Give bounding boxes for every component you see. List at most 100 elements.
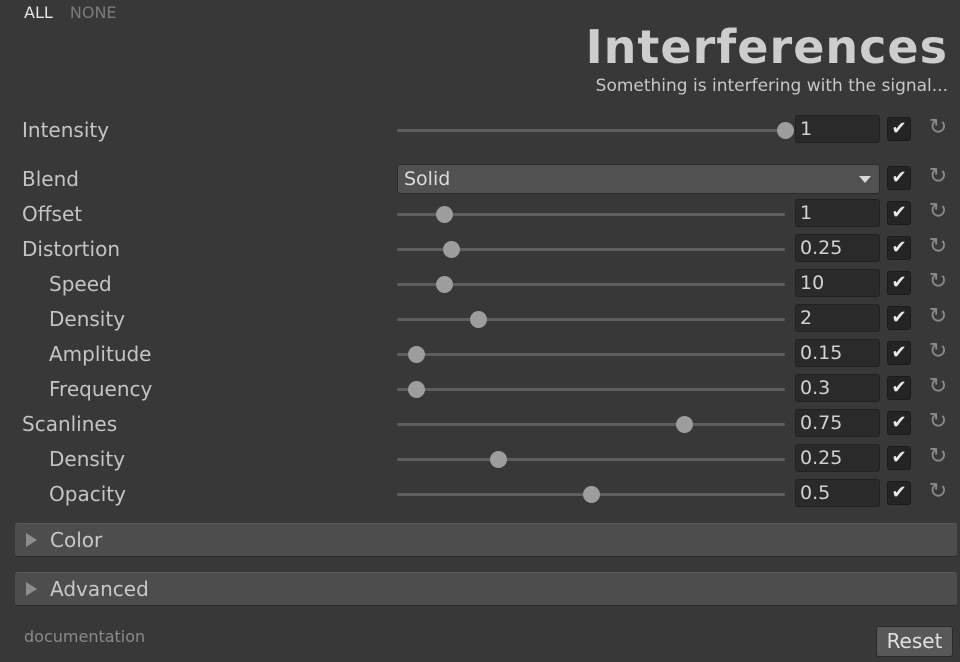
all-toggle[interactable]: ALL bbox=[24, 3, 53, 22]
interferences-inspector: ALL NONE Interferences Something is inte… bbox=[0, 0, 960, 662]
reset-icon[interactable]: ↻ bbox=[926, 115, 950, 141]
toggle-group: ALL NONE bbox=[24, 3, 129, 22]
slider-thumb[interactable] bbox=[777, 122, 794, 139]
check-icon: ✔ bbox=[891, 447, 907, 468]
param-label: Frequency bbox=[49, 377, 153, 401]
param-row: Scanlines 0.75 ✔ ↻ bbox=[0, 409, 960, 439]
param-override-checkbox[interactable]: ✔ bbox=[887, 376, 911, 400]
param-label: Opacity bbox=[49, 482, 126, 506]
intensity-label: Intensity bbox=[22, 118, 110, 142]
slider-track bbox=[397, 388, 785, 391]
param-override-checkbox[interactable]: ✔ bbox=[887, 236, 911, 260]
check-icon: ✔ bbox=[891, 482, 907, 503]
blend-override-checkbox[interactable]: ✔ bbox=[887, 166, 911, 190]
slider-thumb[interactable] bbox=[408, 381, 425, 398]
param-override-checkbox[interactable]: ✔ bbox=[887, 446, 911, 470]
param-label: Offset bbox=[22, 202, 83, 226]
slider-track bbox=[397, 283, 785, 286]
triangle-right-icon bbox=[26, 582, 37, 596]
reset-icon[interactable]: ↻ bbox=[926, 234, 950, 260]
param-label: Density bbox=[49, 307, 126, 331]
param-slider[interactable] bbox=[397, 234, 785, 264]
reset-icon[interactable]: ↻ bbox=[926, 164, 950, 190]
slider-thumb[interactable] bbox=[583, 486, 600, 503]
param-row: Density 2 ✔ ↻ bbox=[0, 304, 960, 334]
check-icon: ✔ bbox=[891, 202, 907, 223]
chevron-down-icon bbox=[859, 176, 871, 183]
param-value-field[interactable]: 10 bbox=[795, 269, 880, 297]
check-icon: ✔ bbox=[891, 237, 907, 258]
slider-thumb[interactable] bbox=[676, 416, 693, 433]
param-override-checkbox[interactable]: ✔ bbox=[887, 341, 911, 365]
check-icon: ✔ bbox=[891, 412, 907, 433]
check-icon: ✔ bbox=[891, 167, 907, 188]
documentation-link[interactable]: documentation bbox=[24, 627, 145, 646]
slider-track bbox=[397, 129, 785, 132]
check-icon: ✔ bbox=[891, 118, 907, 139]
param-value-field[interactable]: 0.25 bbox=[795, 444, 880, 472]
check-icon: ✔ bbox=[891, 342, 907, 363]
intensity-row: Intensity 1 ✔ ↻ bbox=[0, 115, 960, 145]
param-value-field[interactable]: 0.3 bbox=[795, 374, 880, 402]
slider-thumb[interactable] bbox=[436, 206, 453, 223]
param-override-checkbox[interactable]: ✔ bbox=[887, 306, 911, 330]
blend-dropdown[interactable]: Solid bbox=[397, 164, 880, 194]
blend-value: Solid bbox=[404, 168, 451, 190]
reset-button[interactable]: Reset bbox=[876, 626, 953, 657]
slider-thumb[interactable] bbox=[470, 311, 487, 328]
reset-icon[interactable]: ↻ bbox=[926, 339, 950, 365]
intensity-override-checkbox[interactable]: ✔ bbox=[887, 117, 911, 141]
slider-track bbox=[397, 423, 785, 426]
slider-track bbox=[397, 318, 785, 321]
slider-thumb[interactable] bbox=[443, 241, 460, 258]
param-row: Opacity 0.5 ✔ ↻ bbox=[0, 479, 960, 509]
param-slider[interactable] bbox=[397, 199, 785, 229]
param-value-field[interactable]: 0.75 bbox=[795, 409, 880, 437]
param-override-checkbox[interactable]: ✔ bbox=[887, 271, 911, 295]
param-override-checkbox[interactable]: ✔ bbox=[887, 481, 911, 505]
param-override-checkbox[interactable]: ✔ bbox=[887, 201, 911, 225]
param-slider[interactable] bbox=[397, 479, 785, 509]
advanced-foldout[interactable]: Advanced bbox=[15, 572, 957, 606]
reset-icon[interactable]: ↻ bbox=[926, 199, 950, 225]
check-icon: ✔ bbox=[891, 377, 907, 398]
slider-thumb[interactable] bbox=[408, 346, 425, 363]
param-label: Speed bbox=[49, 272, 112, 296]
param-value-field[interactable]: 0.15 bbox=[795, 339, 880, 367]
intensity-field[interactable]: 1 bbox=[795, 115, 880, 143]
none-toggle[interactable]: NONE bbox=[70, 3, 117, 22]
effect-subtitle: Something is interfering with the signal… bbox=[595, 76, 948, 96]
color-foldout[interactable]: Color bbox=[15, 523, 957, 557]
slider-track bbox=[397, 353, 785, 356]
slider-track bbox=[397, 458, 785, 461]
color-foldout-label: Color bbox=[50, 528, 103, 552]
param-slider[interactable] bbox=[397, 409, 785, 439]
param-slider[interactable] bbox=[397, 304, 785, 334]
param-label: Scanlines bbox=[22, 412, 118, 436]
param-value-field[interactable]: 1 bbox=[795, 199, 880, 227]
param-row: Amplitude 0.15 ✔ ↻ bbox=[0, 339, 960, 369]
param-row: Offset 1 ✔ ↻ bbox=[0, 199, 960, 229]
param-override-checkbox[interactable]: ✔ bbox=[887, 411, 911, 435]
slider-thumb[interactable] bbox=[436, 276, 453, 293]
slider-track bbox=[397, 213, 785, 216]
reset-icon[interactable]: ↻ bbox=[926, 409, 950, 435]
param-value-field[interactable]: 0.5 bbox=[795, 479, 880, 507]
intensity-slider[interactable] bbox=[397, 115, 794, 145]
reset-icon[interactable]: ↻ bbox=[926, 304, 950, 330]
reset-icon[interactable]: ↻ bbox=[926, 269, 950, 295]
effect-title: Interferences bbox=[585, 20, 948, 74]
slider-thumb[interactable] bbox=[490, 451, 507, 468]
param-value-field[interactable]: 2 bbox=[795, 304, 880, 332]
param-label: Amplitude bbox=[49, 342, 152, 366]
param-label: Distortion bbox=[22, 237, 120, 261]
param-slider[interactable] bbox=[397, 444, 785, 474]
param-value-field[interactable]: 0.25 bbox=[795, 234, 880, 262]
blend-row: Blend Solid ✔ ↻ bbox=[0, 164, 960, 194]
reset-icon[interactable]: ↻ bbox=[926, 479, 950, 505]
param-slider[interactable] bbox=[397, 339, 785, 369]
reset-icon[interactable]: ↻ bbox=[926, 374, 950, 400]
param-slider[interactable] bbox=[397, 374, 785, 404]
reset-icon[interactable]: ↻ bbox=[926, 444, 950, 470]
param-slider[interactable] bbox=[397, 269, 785, 299]
